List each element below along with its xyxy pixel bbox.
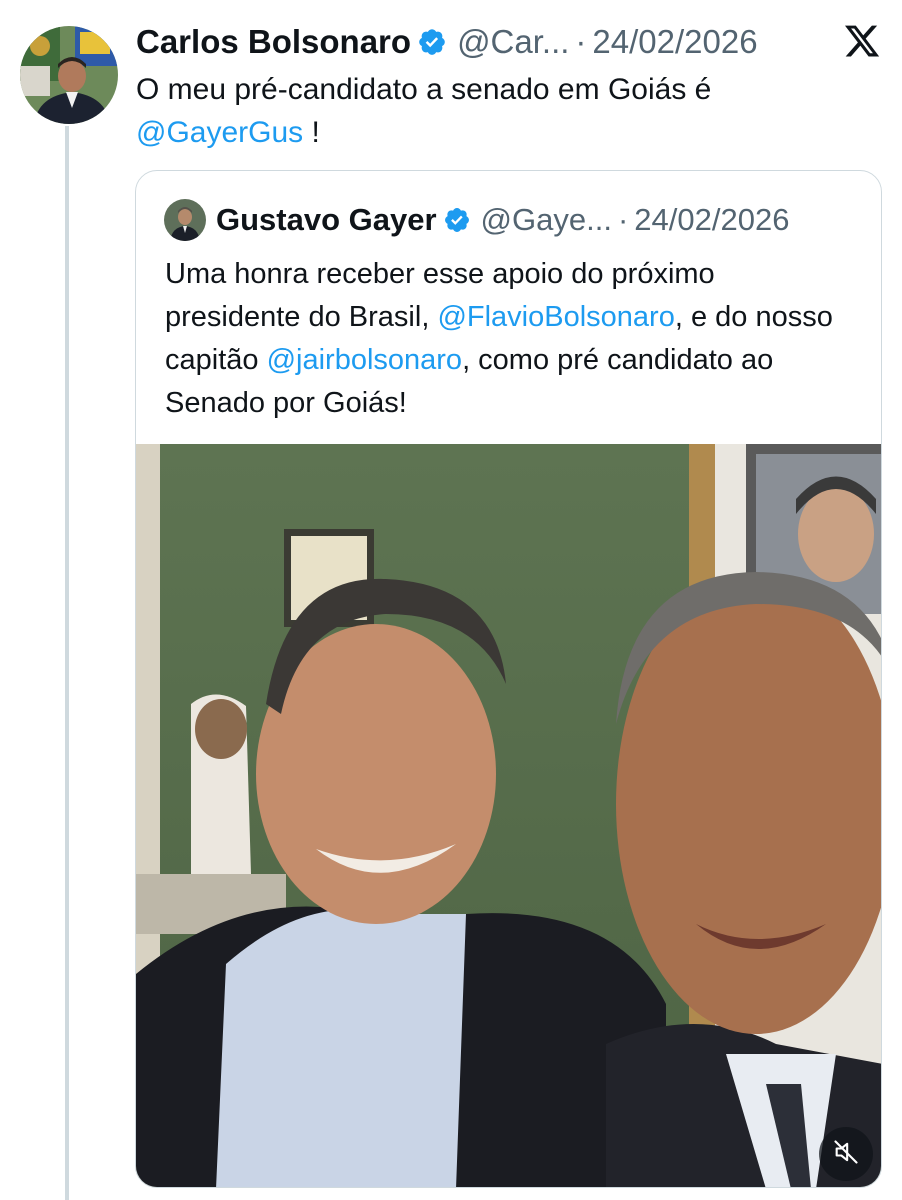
mention-link[interactable]: @jairbolsonaro xyxy=(267,344,462,376)
speaker-muted-icon xyxy=(832,1138,860,1171)
quoted-tweet-card[interactable]: Gustavo Gayer @Gaye... · 24/02/2026 Uma … xyxy=(135,170,882,1188)
quoted-author-avatar[interactable] xyxy=(164,199,206,241)
tweet-text-tail: ! xyxy=(303,116,320,149)
tweet-header: Carlos Bolsonaro @Car... · 24/02/2026 xyxy=(136,18,758,66)
mute-button[interactable] xyxy=(819,1127,873,1181)
video-media[interactable] xyxy=(136,444,881,1187)
tweet-date[interactable]: 24/02/2026 xyxy=(592,23,757,61)
tweet-screenshot: Carlos Bolsonaro @Car... · 24/02/2026 O … xyxy=(0,0,902,1200)
quoted-author-name[interactable]: Gustavo Gayer xyxy=(216,202,437,238)
quoted-tweet-date[interactable]: 24/02/2026 xyxy=(634,202,789,238)
verified-badge-icon xyxy=(417,27,447,57)
quoted-tweet-text: Uma honra receber esse apoio do próximo … xyxy=(165,253,855,425)
video-frame xyxy=(136,444,881,1187)
x-logo-icon[interactable] xyxy=(843,22,881,60)
author-name[interactable]: Carlos Bolsonaro xyxy=(136,23,411,61)
tweet-text: O meu pré-candidato a senado em Goiás é … xyxy=(136,68,856,154)
author-handle[interactable]: @Car... xyxy=(457,23,569,61)
thread-connector-line xyxy=(65,126,69,1200)
tweet-text-body: O meu pré-candidato a senado em Goiás é xyxy=(136,73,712,106)
quoted-author-handle[interactable]: @Gaye... xyxy=(481,202,612,238)
mention-link[interactable]: @GayerGus xyxy=(136,116,303,149)
verified-badge-icon xyxy=(443,206,471,234)
quoted-tweet-header: Gustavo Gayer @Gaye... · 24/02/2026 xyxy=(216,197,789,243)
mention-link[interactable]: @FlavioBolsonaro xyxy=(437,301,674,333)
separator-dot: · xyxy=(575,23,587,60)
author-avatar[interactable] xyxy=(20,26,118,124)
separator-dot: · xyxy=(617,202,629,237)
